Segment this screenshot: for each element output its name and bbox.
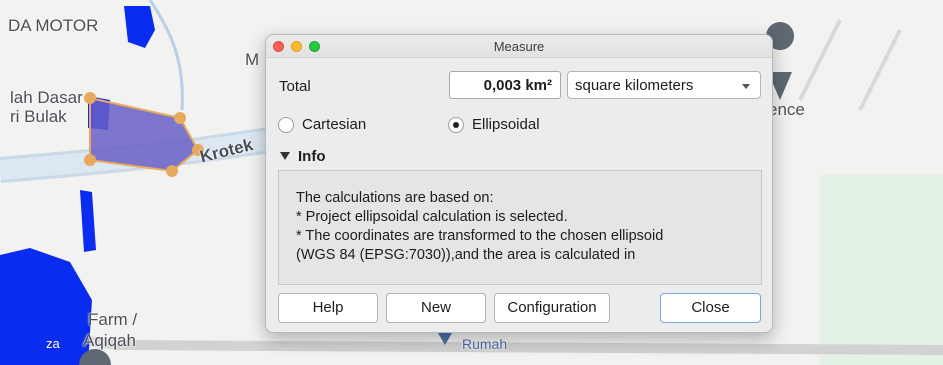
map-label-ence: ence bbox=[768, 100, 805, 119]
unit-dropdown[interactable]: square kilometers bbox=[567, 71, 761, 99]
info-line: The calculations are based on: bbox=[296, 190, 494, 206]
polygon-vertex[interactable] bbox=[174, 112, 186, 124]
map-label-farm: Farm / bbox=[88, 310, 138, 329]
park-area bbox=[820, 175, 943, 365]
new-button[interactable]: New bbox=[386, 293, 486, 323]
close-button[interactable]: Close bbox=[660, 293, 761, 323]
ellipsoidal-radio[interactable] bbox=[448, 117, 464, 133]
dialog-title: Measure bbox=[493, 39, 545, 54]
info-line: * The coordinates are transformed to the… bbox=[296, 228, 664, 244]
info-line: * Project ellipsoidal calculation is sel… bbox=[296, 209, 568, 225]
total-label: Total bbox=[279, 78, 311, 95]
dialog-titlebar[interactable]: Measure bbox=[266, 35, 772, 58]
map-label-rumah: Rumah bbox=[462, 336, 508, 352]
polygon-vertex[interactable] bbox=[166, 165, 178, 177]
polygon-vertex[interactable] bbox=[84, 92, 96, 104]
road-minor bbox=[148, 0, 184, 111]
info-text-area[interactable]: The calculations are based on: * Project… bbox=[278, 170, 762, 285]
cartesian-radio[interactable] bbox=[278, 117, 294, 133]
chevron-down-icon bbox=[742, 84, 750, 89]
triangle-down-icon[interactable] bbox=[280, 152, 290, 160]
water-strip bbox=[80, 190, 96, 252]
map-label-motor: DA MOTOR bbox=[8, 16, 99, 35]
measure-dialog: Measure Total 0,003 km² square kilometer… bbox=[265, 34, 773, 333]
help-button[interactable]: Help bbox=[278, 293, 378, 323]
map-label-dasar: lah Dasar bbox=[10, 88, 83, 107]
map-label-za: za bbox=[46, 336, 60, 351]
info-line: (WGS 84 (EPSG:7030)),and the area is cal… bbox=[296, 247, 636, 263]
polygon-vertex[interactable] bbox=[84, 154, 96, 166]
map-label-bulak: ri Bulak bbox=[10, 107, 67, 126]
map-label-aqiqah: Aqiqah bbox=[83, 331, 136, 350]
unit-dropdown-value: square kilometers bbox=[575, 77, 694, 94]
map-label-m: M bbox=[245, 50, 260, 69]
ellipsoidal-label[interactable]: Ellipsoidal bbox=[472, 116, 540, 133]
total-value-field: 0,003 km² bbox=[449, 71, 561, 99]
cartesian-label[interactable]: Cartesian bbox=[302, 116, 366, 133]
water-top bbox=[124, 6, 155, 48]
configuration-button[interactable]: Configuration bbox=[494, 293, 610, 323]
info-header[interactable]: Info bbox=[298, 148, 326, 165]
road-right bbox=[798, 19, 902, 111]
